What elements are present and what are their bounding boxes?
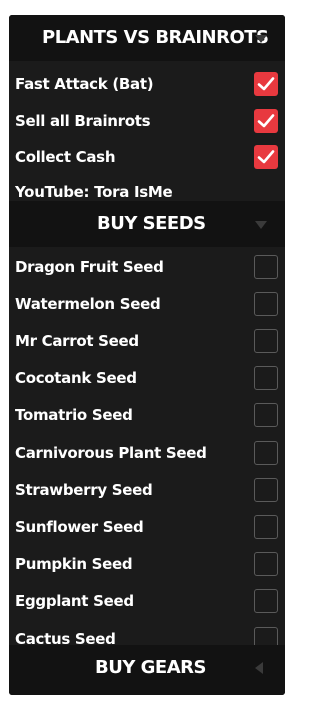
seed-label: Sunflower Seed <box>15 518 144 536</box>
seed-row-pumpkin[interactable]: Pumpkin Seed <box>9 546 285 583</box>
checkbox-unchecked[interactable] <box>254 255 278 279</box>
buy-gears-title: BUY GEARS <box>95 657 206 678</box>
seed-row-strawberry[interactable]: Strawberry Seed <box>9 472 285 509</box>
chevron-down-icon[interactable] <box>255 221 267 229</box>
seed-row-mr-carrot[interactable]: Mr Carrot Seed <box>9 323 285 360</box>
checkbox-checked[interactable] <box>254 109 278 133</box>
toggle-row-fast-attack[interactable]: Fast Attack (Bat) <box>9 66 285 103</box>
seed-label: Watermelon Seed <box>15 295 161 313</box>
seed-label: Pumpkin Seed <box>15 555 133 573</box>
buy-gears-header[interactable]: BUY GEARS <box>9 645 285 695</box>
checkbox-unchecked[interactable] <box>254 589 278 613</box>
seed-label: Dragon Fruit Seed <box>15 258 164 276</box>
checkmark-icon <box>257 77 275 91</box>
buy-seeds-title: BUY SEEDS <box>97 213 206 234</box>
seed-label: Strawberry Seed <box>15 481 153 499</box>
checkbox-unchecked[interactable] <box>254 478 278 502</box>
seed-row-sunflower[interactable]: Sunflower Seed <box>9 509 285 546</box>
main-title: PLANTS VS BRAINROTS <box>42 27 269 48</box>
toggle-row-collect-cash[interactable]: Collect Cash <box>9 139 285 176</box>
script-hub-panel: PLANTS VS BRAINROTS Fast Attack (Bat) Se… <box>9 15 285 695</box>
checkbox-unchecked[interactable] <box>254 515 278 539</box>
seed-row-watermelon[interactable]: Watermelon Seed <box>9 286 285 323</box>
toggle-label: Collect Cash <box>15 148 116 166</box>
seed-label: Cocotank Seed <box>15 369 137 387</box>
seed-label: Tomatrio Seed <box>15 406 133 424</box>
checkbox-unchecked[interactable] <box>254 552 278 576</box>
checkbox-unchecked[interactable] <box>254 441 278 465</box>
checkbox-unchecked[interactable] <box>254 366 278 390</box>
checkbox-checked[interactable] <box>254 72 278 96</box>
chevron-down-icon[interactable] <box>255 35 267 43</box>
checkmark-icon <box>257 150 275 164</box>
seed-row-tomatrio[interactable]: Tomatrio Seed <box>9 397 285 434</box>
seed-label: Carnivorous Plant Seed <box>15 444 207 462</box>
toggle-label: Fast Attack (Bat) <box>15 75 154 93</box>
toggle-label: Sell all Brainrots <box>15 112 151 130</box>
checkmark-icon <box>257 114 275 128</box>
checkbox-unchecked[interactable] <box>254 403 278 427</box>
main-header[interactable]: PLANTS VS BRAINROTS <box>9 15 285 61</box>
chevron-left-icon[interactable] <box>255 662 263 674</box>
seed-row-carnivorous-plant[interactable]: Carnivorous Plant Seed <box>9 435 285 472</box>
checkbox-unchecked[interactable] <box>254 292 278 316</box>
buy-seeds-header[interactable]: BUY SEEDS <box>9 201 285 247</box>
seed-row-dragon-fruit[interactable]: Dragon Fruit Seed <box>9 249 285 286</box>
seed-label: Mr Carrot Seed <box>15 332 139 350</box>
checkbox-unchecked[interactable] <box>254 329 278 353</box>
seed-row-cocotank[interactable]: Cocotank Seed <box>9 360 285 397</box>
seed-row-eggplant[interactable]: Eggplant Seed <box>9 583 285 620</box>
toggle-row-sell-brainrots[interactable]: Sell all Brainrots <box>9 103 285 140</box>
checkbox-checked[interactable] <box>254 145 278 169</box>
seed-label: Eggplant Seed <box>15 592 134 610</box>
